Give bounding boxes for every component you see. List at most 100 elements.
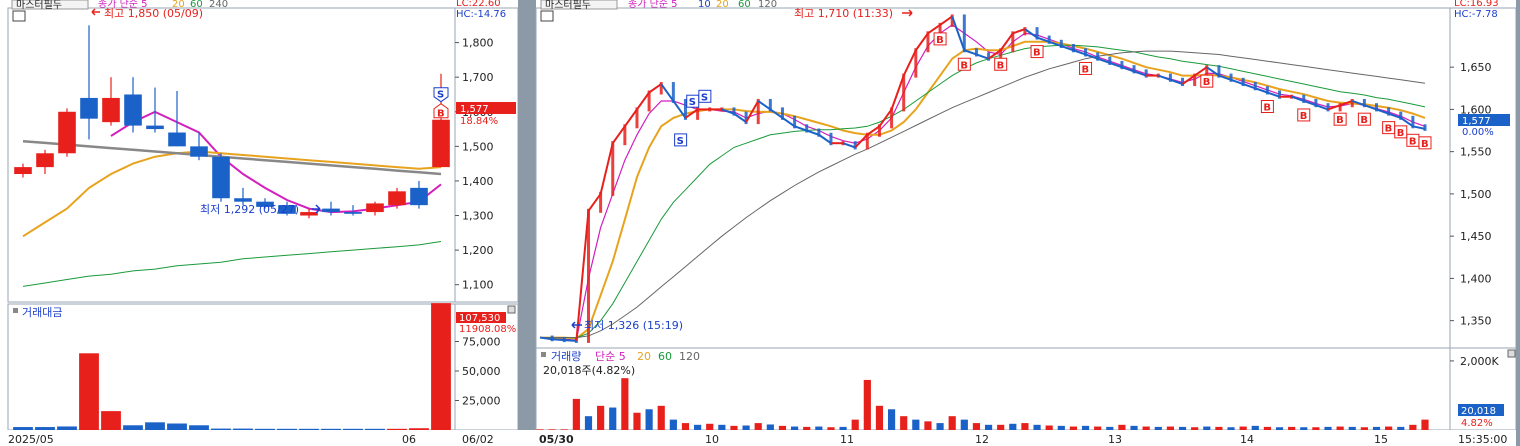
right-volume-bar [1045, 425, 1053, 430]
right-volume-bar [815, 426, 823, 430]
right-y-tick-label: 1,350 [1460, 315, 1492, 328]
left-candle-body [212, 156, 230, 199]
right-volume-bar [1239, 426, 1247, 430]
right-volume-bar [1336, 426, 1344, 430]
right-volume-bar [1094, 426, 1102, 430]
right-vol-ma5-label: 단순 5 [595, 350, 626, 363]
right-vol-tick-label: 2,000K [1460, 355, 1499, 368]
left-volume-bar [79, 353, 99, 430]
right-x-label-3: 12 [975, 433, 989, 446]
right-ma10-label: 10 [698, 0, 711, 10]
right-volume-bar [924, 421, 932, 430]
right-buy-signal-label: B [997, 60, 1005, 71]
left-volume-bar [57, 426, 77, 430]
right-price-candle [914, 48, 918, 78]
right-volume-bar [1397, 426, 1405, 430]
left-candle-body [124, 94, 142, 126]
right-sell-signal-label: S [677, 136, 684, 147]
left-y-tick-label: 1,300 [462, 210, 494, 223]
right-volume-bar [597, 405, 605, 430]
left-y-tick-label: 1,500 [462, 140, 494, 153]
left-volume-bar [299, 428, 319, 430]
left-hc-text: HC:-14.76 [456, 9, 506, 20]
right-volume-bar [645, 409, 653, 430]
right-volume-bar [875, 405, 884, 430]
right-hc-text: HC:-7.78 [1454, 9, 1498, 20]
left-ma240-label: 240 [209, 0, 228, 10]
right-volume-bar [1021, 423, 1029, 430]
right-volume-bar [900, 416, 908, 430]
right-volume-bar [1130, 425, 1138, 430]
left-y-tick-label: 1,100 [462, 279, 494, 292]
left-volume-bar [343, 428, 363, 430]
right-sell-signal-label: S [689, 97, 696, 108]
right-volume-bar [912, 419, 920, 430]
right-edge [1516, 0, 1520, 446]
right-price-candle [1023, 27, 1027, 36]
left-y-tick-label: 1,700 [462, 71, 494, 84]
right-volume-bar [742, 425, 750, 430]
right-price-candle [926, 31, 930, 53]
right-volume-bar [1009, 423, 1017, 430]
right-volume-bar [633, 412, 641, 430]
right-volume-bar [1288, 426, 1296, 430]
right-ma5-label: 종가 단순 5 [628, 0, 678, 10]
left-x-label-2: 06/02 [462, 433, 494, 446]
right-grid-icon[interactable] [540, 10, 554, 22]
right-volume-bar [694, 424, 702, 430]
left-sell-signal-label: S [437, 90, 444, 101]
right-volume-bar [1191, 427, 1199, 430]
right-x-label-7: 15:35:00 [1458, 433, 1507, 446]
panel-separator[interactable] [518, 0, 536, 446]
right-buy-signal-label: B [1300, 111, 1308, 122]
left-volume-bar [409, 428, 429, 430]
left-candle-body [344, 212, 362, 214]
right-volume-bar [1081, 425, 1090, 430]
left-vol-tick-label: 50,000 [462, 365, 501, 378]
left-volume-bar [365, 428, 385, 430]
left-volume-bar [145, 422, 165, 430]
right-price-candle [635, 107, 639, 129]
right-y-tick-label: 1,400 [1460, 272, 1492, 285]
right-price-candle [1350, 98, 1354, 108]
right-volume-bar [1178, 426, 1187, 430]
left-volume-bar [123, 425, 143, 430]
right-volume-bar [1324, 426, 1332, 430]
right-price-candle [987, 52, 991, 61]
right-buy-signal-label: B [1385, 124, 1393, 135]
right-buy-signal-label: B [936, 35, 944, 46]
right-volume-title: 거래량 [551, 350, 581, 363]
right-volume-bar [657, 405, 665, 430]
right-price-badge-text: 1,577 [1462, 116, 1491, 127]
right-volume-bar [887, 409, 896, 430]
right-volume-bar [1033, 424, 1041, 430]
chart-stage: 마스터필두 종가 단순 5 20 60 240 LC:22.60 HC:-14.… [0, 0, 1520, 446]
right-volume-bar [1251, 425, 1259, 430]
right-volume-bar [1263, 426, 1271, 430]
left-candle-body [36, 153, 54, 168]
left-vol-tick-label: 25,000 [462, 395, 501, 408]
right-price-candle [890, 107, 894, 129]
right-volume-bar [1215, 426, 1223, 430]
right-volume-bar [1409, 424, 1417, 430]
left-candle-body [146, 125, 164, 130]
right-change-pct: 0.00% [1462, 127, 1494, 138]
left-volume-bar [101, 411, 121, 430]
right-price-segment [552, 338, 565, 342]
right-volume-bar [936, 423, 944, 430]
right-volume-bar [669, 419, 677, 430]
right-sell-signal-label: S [701, 92, 708, 103]
right-volume-sub: 4.82% [1461, 418, 1493, 429]
right-volume-bar [839, 426, 847, 430]
right-high-marker: 최고 1,710 (11:33) [794, 7, 893, 20]
right-y-tick-label: 1,450 [1460, 230, 1492, 243]
right-vol-close-icon[interactable] [1507, 349, 1516, 358]
right-volume-bar [536, 429, 544, 430]
left-volume-pane [7, 303, 456, 431]
right-buy-signal-label: B [1360, 115, 1368, 126]
left-grid-icon[interactable] [12, 10, 26, 22]
right-buy-signal-label: B [1203, 77, 1211, 88]
right-volume-bar [584, 416, 593, 430]
left-vol-close-icon[interactable] [507, 305, 516, 314]
right-vol-ma60-label: 60 [658, 350, 672, 363]
